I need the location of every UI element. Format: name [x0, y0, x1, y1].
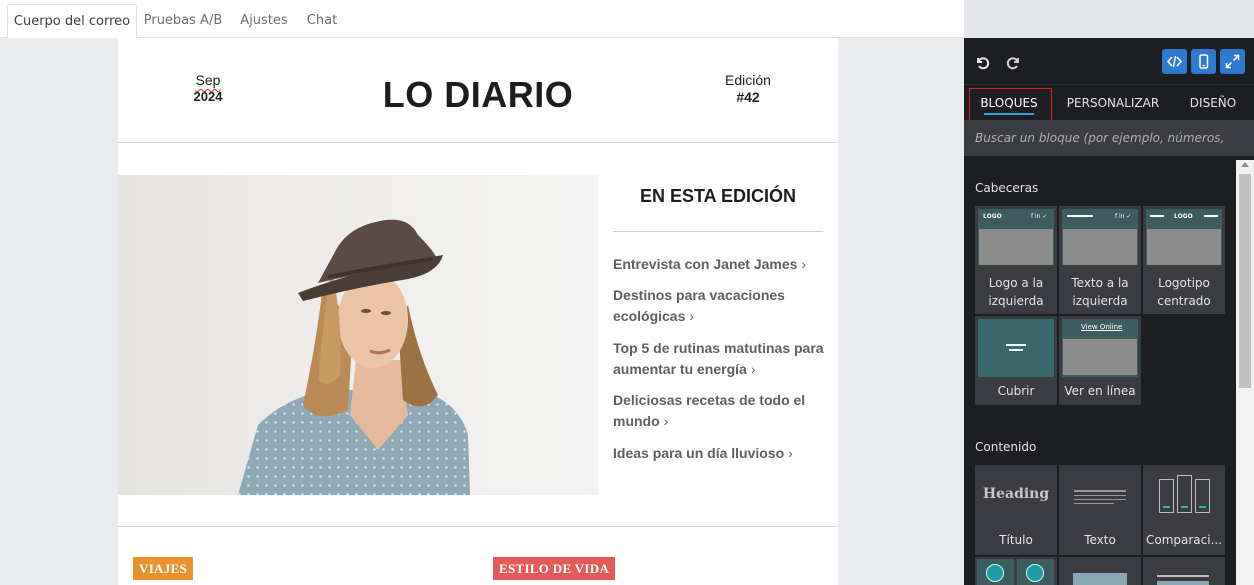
toc-link[interactable]: Entrevista con Janet James ›: [613, 254, 828, 275]
block-search-input[interactable]: [964, 120, 1228, 156]
issue-date: Sep 2024: [178, 72, 238, 104]
undo-icon[interactable]: [970, 50, 994, 74]
block-card-columns[interactable]: [975, 557, 1057, 585]
block-card-text-left[interactable]: f in ✓ Texto a la izquierda: [1059, 206, 1141, 314]
tab-ab-tests[interactable]: Pruebas A/B: [140, 4, 226, 38]
issue-month: Sep: [195, 72, 221, 88]
category-badge-travel[interactable]: VIAJES: [133, 557, 194, 580]
panel-scrollbar-thumb[interactable]: [1239, 174, 1251, 388]
block-thumbnail: Heading: [978, 468, 1054, 524]
block-card-logo-centered[interactable]: LOGO Logotipo centrado: [1143, 206, 1225, 314]
block-label: Logotipo centrado: [1157, 276, 1211, 308]
block-thumbnail: [1062, 468, 1138, 524]
thumb-logo-text: LOGO: [983, 213, 1002, 220]
chevron-right-icon: ›: [788, 445, 793, 461]
block-card-images[interactable]: [1059, 557, 1141, 585]
toc-link[interactable]: Deliciosas recetas de todo el mundo ›: [613, 390, 828, 432]
block-label: Título: [999, 533, 1033, 547]
block-label: Texto: [1084, 533, 1116, 547]
block-label: Texto a la izquierda: [1071, 276, 1129, 308]
block-card-heading[interactable]: Heading Título: [975, 465, 1057, 555]
issue-edition: Edición #42: [708, 72, 788, 105]
block-thumbnail: View Online: [1062, 319, 1138, 377]
block-label: Comparaci...: [1145, 533, 1223, 547]
redo-icon[interactable]: [1002, 50, 1026, 74]
social-icons: f in ✓: [1031, 213, 1048, 220]
category-badge-lifestyle[interactable]: ESTILO DE VIDA: [493, 557, 616, 580]
toc-link[interactable]: Top 5 de rutinas matutinas para aumentar…: [613, 338, 828, 380]
code-view-icon: [1167, 55, 1182, 68]
edition-number: #42: [736, 89, 760, 105]
tab-chat[interactable]: Chat: [300, 4, 344, 38]
tab-customize[interactable]: PERSONALIZAR: [1064, 85, 1162, 121]
block-thumbnail: [978, 319, 1054, 377]
email-preview[interactable]: Sep 2024 LO DIARIO Edición #42 EN ESTA E…: [118, 38, 838, 585]
tab-email-body[interactable]: Cuerpo del correo: [7, 4, 137, 39]
fullscreen-icon: [1225, 54, 1240, 69]
tab-design[interactable]: DISEÑO: [1182, 85, 1244, 121]
block-card-view-online[interactable]: View Online Ver en línea: [1059, 316, 1141, 405]
tab-settings[interactable]: Ajustes: [232, 4, 296, 38]
code-view-button[interactable]: [1162, 49, 1187, 74]
toc-link-text[interactable]: Deliciosas recetas de todo el mundo: [613, 392, 805, 429]
block-search: [964, 120, 1254, 156]
block-thumbnail: f in ✓: [1062, 209, 1138, 265]
panel-toolbar: [964, 38, 1254, 84]
mobile-preview-icon: [1199, 54, 1209, 69]
scroll-up-arrow-icon[interactable]: [1241, 162, 1249, 167]
thumb-view-online-text: View Online: [1081, 323, 1123, 331]
toc-link-text[interactable]: Top 5 de rutinas matutinas para aumentar…: [613, 340, 824, 377]
chevron-right-icon: ›: [663, 413, 669, 429]
thumb-logo-text: LOGO: [1174, 213, 1193, 220]
thumb-heading-text: Heading: [982, 486, 1050, 502]
toc-link[interactable]: Destinos para vacaciones ecológicas ›: [613, 285, 828, 327]
toc-link-text[interactable]: Entrevista con Janet James: [613, 256, 797, 272]
newsletter-title: LO DIARIO: [382, 74, 574, 115]
block-card-logo-left[interactable]: LOGO f in ✓ Logo a la izquierda: [975, 206, 1057, 314]
block-thumbnail: [1146, 468, 1222, 524]
social-icons: f in ✓: [1115, 213, 1132, 220]
section-title-content: Contenido: [975, 440, 1037, 454]
block-label: Logo a la izquierda: [988, 276, 1044, 308]
edition-label: Edición: [725, 72, 771, 88]
chevron-right-icon: ›: [689, 308, 695, 324]
toc-heading: EN ESTA EDICIÓN: [639, 186, 796, 206]
block-label: Ver en línea: [1064, 384, 1136, 398]
block-thumbnail: LOGO f in ✓: [978, 209, 1054, 265]
block-label: Cubrir: [997, 384, 1035, 398]
toc-link-text[interactable]: Destinos para vacaciones ecológicas: [613, 287, 785, 324]
chevron-right-icon: ›: [801, 256, 807, 272]
mobile-preview-button[interactable]: [1191, 49, 1216, 74]
editor-tab-bar: Cuerpo del correo Pruebas A/B Ajustes Ch…: [0, 0, 964, 39]
blocks-panel: BLOQUES PERSONALIZAR DISEÑO Cabeceras LO…: [964, 38, 1254, 585]
header-divider: [118, 142, 838, 143]
toc-link[interactable]: Ideas para un día lluvioso ›: [613, 443, 828, 464]
block-card-image-text[interactable]: [1143, 557, 1225, 585]
section-divider: [118, 526, 838, 527]
block-card-comparison[interactable]: Comparaci...: [1143, 465, 1225, 555]
block-thumbnail: LOGO: [1146, 209, 1222, 265]
hero-photo[interactable]: [118, 175, 598, 495]
block-card-text[interactable]: Texto: [1059, 465, 1141, 555]
fullscreen-button[interactable]: [1220, 49, 1245, 74]
chevron-right-icon: ›: [750, 361, 756, 377]
block-card-cover[interactable]: Cubrir: [975, 316, 1057, 405]
section-title-headers: Cabeceras: [975, 181, 1039, 195]
issue-year: 2024: [193, 89, 223, 104]
toc-link-text[interactable]: Ideas para un día lluvioso: [613, 445, 784, 461]
toc-divider: [613, 231, 823, 232]
